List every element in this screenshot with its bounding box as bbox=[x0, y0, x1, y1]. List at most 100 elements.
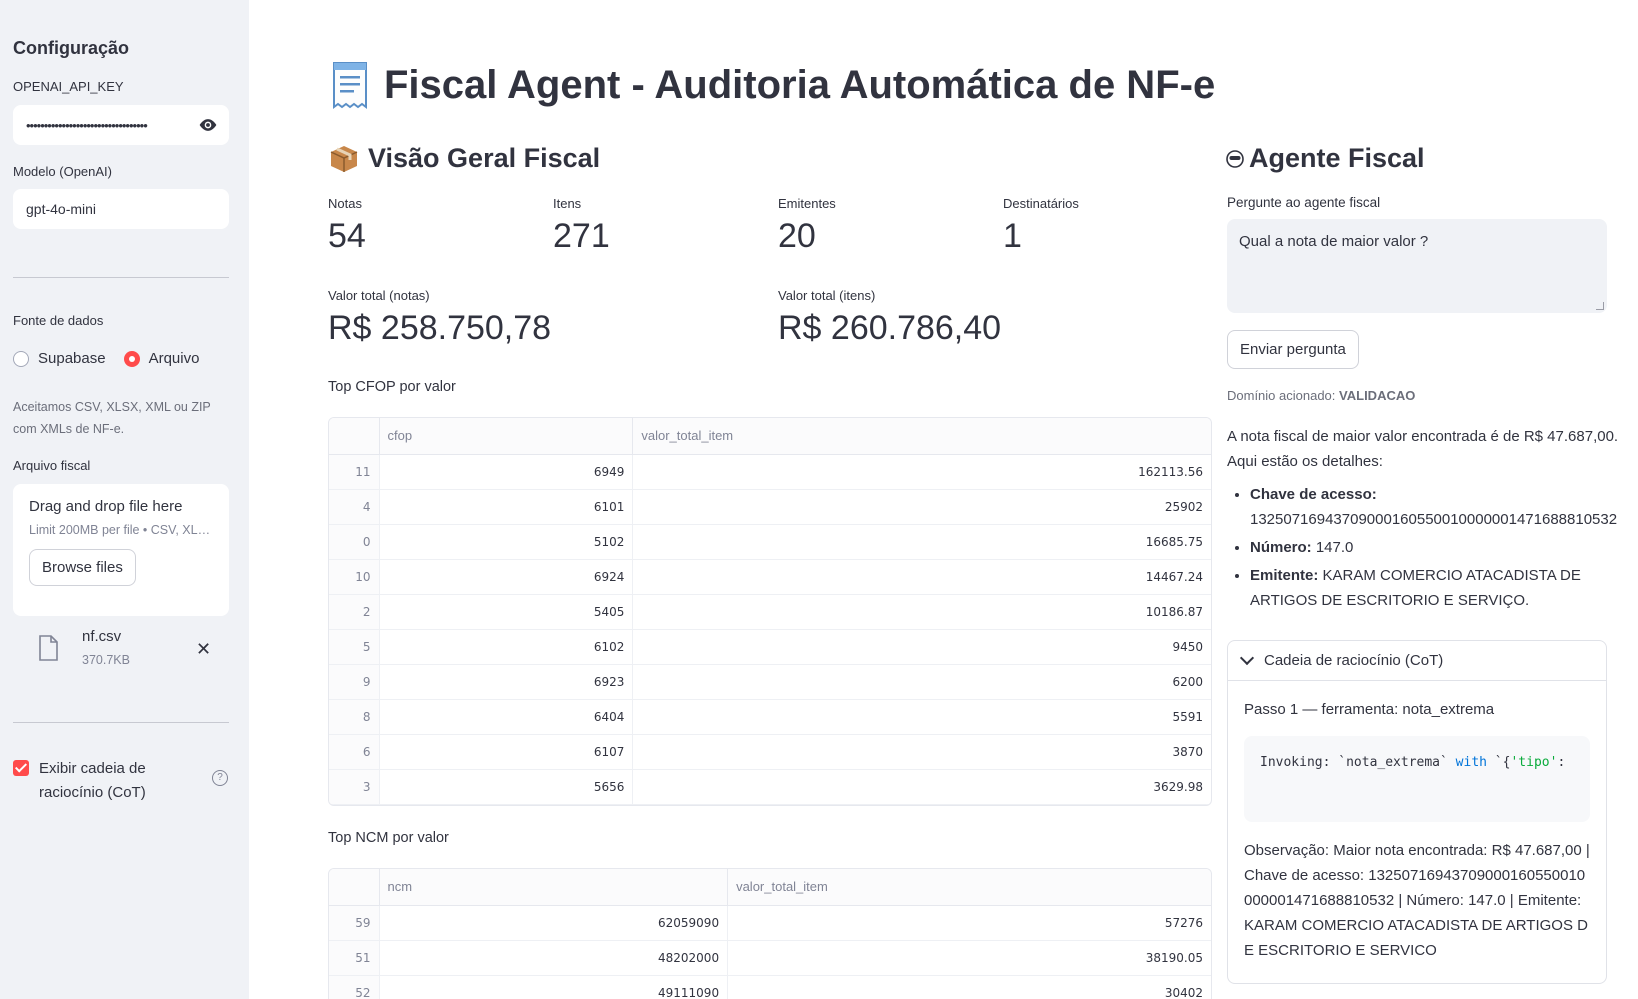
table-cell[interactable]: 14467.24 bbox=[632, 559, 1211, 595]
sidebar: Configuração OPENAI_API_KEY ••••••••••••… bbox=[0, 0, 249, 999]
face-icon bbox=[1226, 149, 1244, 168]
cot-title: Cadeia de raciocínio (CoT) bbox=[1264, 652, 1444, 669]
api-key-label: OPENAI_API_KEY bbox=[13, 79, 124, 94]
ncm-table[interactable]: ncm valor_total_item 59 62059090 57276 51 48… bbox=[328, 868, 1212, 999]
table-cell[interactable]: 162113.56 bbox=[632, 454, 1211, 490]
metric-value: 54 bbox=[328, 217, 366, 255]
table-row: 6 6107 3870 bbox=[329, 734, 1211, 770]
table-cell[interactable]: 30402 bbox=[727, 975, 1211, 999]
agent-title-text: Agente Fiscal bbox=[1249, 143, 1425, 173]
column-header[interactable]: valor_total_item bbox=[632, 418, 1211, 455]
file-dropzone[interactable]: Drag and drop file here Limit 200MB per … bbox=[13, 484, 229, 616]
metric-valor-notas: Valor total (notas) R$ 258.750,78 bbox=[328, 288, 551, 348]
package-icon bbox=[330, 145, 358, 172]
question-input[interactable]: Qual a nota de maior valor ? bbox=[1227, 219, 1607, 313]
cot-expander: Cadeia de raciocínio (CoT) Passo 1 — fer… bbox=[1227, 640, 1607, 984]
table-cell[interactable]: 6924 bbox=[379, 559, 634, 595]
row-index: 5 bbox=[329, 629, 380, 665]
row-index: 0 bbox=[329, 524, 380, 560]
dropzone-title: Drag and drop file here bbox=[29, 498, 183, 515]
metric-value: 1 bbox=[1003, 217, 1022, 255]
code-text: Invoking: `nota_extrema` bbox=[1260, 755, 1456, 770]
model-input[interactable]: gpt-4o-mini bbox=[13, 189, 229, 229]
table-cell[interactable]: 6949 bbox=[379, 454, 634, 490]
sidebar-title: Configuração bbox=[13, 38, 130, 58]
cot-body: Passo 1 — ferramenta: nota_extrema Invok… bbox=[1228, 681, 1606, 979]
table-cell[interactable]: 62059090 bbox=[379, 905, 729, 941]
question-label: Pergunte ao agente fiscal bbox=[1227, 195, 1381, 210]
cfop-table[interactable]: cfop valor_total_item 11 6949 162113.56 4 61… bbox=[328, 417, 1212, 806]
table-row: 5 6102 9450 bbox=[329, 629, 1211, 665]
cot-checkbox[interactable] bbox=[13, 760, 29, 776]
row-index: 9 bbox=[329, 664, 380, 700]
resize-handle-icon[interactable] bbox=[1596, 302, 1604, 310]
metric-valor-itens: Valor total (itens) R$ 260.786,40 bbox=[778, 288, 1001, 348]
file-label: Arquivo fiscal bbox=[13, 458, 91, 473]
radio-supabase-label[interactable]: Supabase bbox=[38, 350, 106, 367]
table-cell[interactable]: 25902 bbox=[632, 489, 1211, 525]
radio-arquivo-label[interactable]: Arquivo bbox=[149, 350, 200, 367]
question-value: Qual a nota de maior valor ? bbox=[1239, 233, 1429, 250]
column-header[interactable]: cfop bbox=[379, 418, 634, 455]
table-cell[interactable]: 5591 bbox=[632, 699, 1211, 735]
help-icon[interactable]: ? bbox=[212, 770, 228, 786]
table-cell[interactable]: 5102 bbox=[379, 524, 634, 560]
cot-expander-header[interactable]: Cadeia de raciocínio (CoT) bbox=[1228, 641, 1606, 681]
row-index: 2 bbox=[329, 594, 380, 630]
metric-notas: Notas 54 bbox=[328, 196, 366, 256]
code-string: 'tipo' bbox=[1510, 755, 1558, 770]
row-index: 3 bbox=[329, 769, 380, 805]
chevron-down-icon bbox=[1239, 650, 1255, 666]
answer-key: Número: bbox=[1250, 539, 1312, 556]
table-cell[interactable]: 38190.05 bbox=[727, 940, 1211, 976]
code-block: Invoking: `nota_extrema` with `{'tipo': bbox=[1244, 736, 1590, 822]
radio-supabase[interactable] bbox=[13, 350, 29, 367]
table-cell[interactable]: 16685.75 bbox=[632, 524, 1211, 560]
list-item: Emitente: KARAM COMERCIO ATACADISTA DE A… bbox=[1250, 563, 1627, 613]
column-header[interactable]: valor_total_item bbox=[727, 869, 1211, 906]
api-key-input[interactable]: •••••••••••••••••••••••••••••••••• bbox=[13, 105, 229, 145]
dropzone-limit: Limit 200MB per file • CSV, XL… bbox=[29, 523, 211, 537]
table-cell[interactable]: 57276 bbox=[727, 905, 1211, 941]
table-cell[interactable]: 49111090 bbox=[379, 975, 729, 999]
cot-checkbox-label[interactable]: Exibir cadeia de raciocínio (CoT) bbox=[39, 757, 189, 805]
domain-prefix: Domínio acionado: bbox=[1227, 388, 1336, 403]
table-cell[interactable]: 5656 bbox=[379, 769, 634, 805]
table-cell[interactable]: 6404 bbox=[379, 699, 634, 735]
table-row: 0 5102 16685.75 bbox=[329, 524, 1211, 560]
table-cell[interactable]: 5405 bbox=[379, 594, 634, 630]
source-label: Fonte de dados bbox=[13, 313, 104, 328]
table-cell[interactable]: 6200 bbox=[632, 664, 1211, 700]
send-question-button[interactable]: Enviar pergunta bbox=[1227, 330, 1359, 369]
table-cell[interactable]: 6101 bbox=[379, 489, 634, 525]
row-index: 51 bbox=[329, 940, 380, 976]
table-row: 59 62059090 57276 bbox=[329, 905, 1211, 941]
answer-value: 147.0 bbox=[1315, 539, 1354, 556]
table-cell[interactable]: 9450 bbox=[632, 629, 1211, 665]
cfop-caption: Top CFOP por valor bbox=[328, 379, 456, 395]
file-icon bbox=[39, 635, 58, 661]
table-cell[interactable]: 48202000 bbox=[379, 940, 729, 976]
radio-arquivo[interactable] bbox=[123, 350, 140, 367]
remove-file-icon[interactable]: ✕ bbox=[196, 639, 211, 660]
row-index: 8 bbox=[329, 699, 380, 735]
overview-title: Visão Geral Fiscal bbox=[328, 143, 600, 174]
model-value: gpt-4o-mini bbox=[26, 201, 97, 217]
table-cell[interactable]: 6923 bbox=[379, 664, 634, 700]
code-text: : bbox=[1557, 755, 1566, 770]
table-row: 11 6949 162113.56 bbox=[329, 454, 1211, 490]
column-header[interactable]: ncm bbox=[379, 869, 729, 906]
index-header bbox=[329, 418, 380, 455]
answer-key: Chave de acesso: bbox=[1250, 486, 1377, 503]
file-size: 370.7KB bbox=[82, 653, 130, 667]
table-cell[interactable]: 3629.98 bbox=[632, 769, 1211, 805]
row-index: 11 bbox=[329, 454, 380, 490]
table-cell[interactable]: 10186.87 bbox=[632, 594, 1211, 630]
metric-label: Destinatários bbox=[1003, 196, 1079, 211]
browse-files-button[interactable]: Browse files bbox=[29, 549, 136, 586]
table-cell[interactable]: 6107 bbox=[379, 734, 634, 770]
table-cell[interactable]: 3870 bbox=[632, 734, 1211, 770]
table-cell[interactable]: 6102 bbox=[379, 629, 634, 665]
eye-icon[interactable] bbox=[197, 115, 219, 135]
metric-label: Notas bbox=[328, 196, 362, 211]
